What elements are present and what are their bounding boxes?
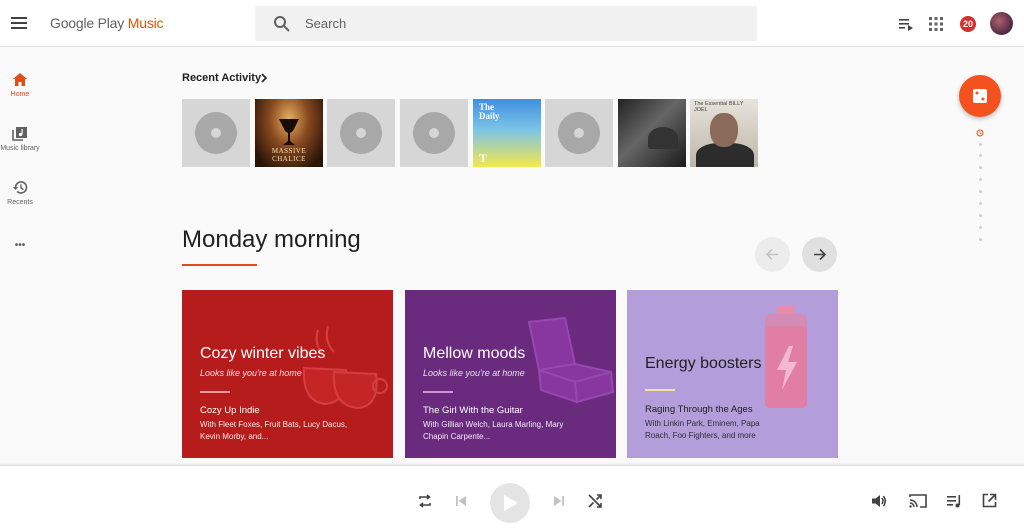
search-input[interactable] — [305, 6, 745, 41]
rail-dot[interactable] — [979, 178, 982, 181]
rail-dot[interactable] — [979, 166, 982, 169]
arrow-right-icon — [814, 248, 827, 261]
recent-thumbnail[interactable]: MASSIVE CHALICE — [255, 99, 323, 167]
nav-item-label: Home — [10, 91, 30, 98]
open-mini-player-icon[interactable] — [982, 493, 997, 508]
more-dots-icon: ••• — [14, 240, 26, 251]
rail-dot[interactable] — [979, 226, 982, 229]
history-icon — [13, 181, 28, 194]
nav-item-home[interactable]: Home — [0, 72, 40, 98]
rail-dot[interactable] — [979, 143, 982, 146]
menu-icon[interactable] — [10, 14, 28, 32]
recent-thumbnail[interactable] — [545, 99, 613, 167]
card-description: With Gillian Welch, Laura Marling, Mary … — [423, 420, 564, 441]
shuffle-icon[interactable] — [587, 493, 603, 509]
carousel-prev-button[interactable] — [755, 237, 790, 272]
album-placeholder-icon — [558, 112, 600, 154]
avatar[interactable] — [990, 12, 1013, 35]
skip-previous-icon[interactable] — [455, 495, 467, 507]
card-description: With Linkin Park, Eminem, Papa Roach, Fo… — [645, 419, 760, 440]
rail-dot[interactable] — [979, 154, 982, 157]
chevron-right-icon[interactable] — [260, 73, 268, 83]
nav-more-button[interactable]: ••• — [0, 240, 40, 251]
logo-accent-text: Music — [127, 15, 164, 31]
app-header: Google Play Music 20 — [0, 0, 1024, 47]
rail-dot[interactable] — [979, 238, 982, 241]
library-icon — [12, 127, 27, 141]
card-title: Mellow moods — [423, 345, 526, 362]
logo-text: Google Play — [50, 15, 128, 31]
chalice-art-icon — [279, 119, 299, 145]
card-subtitle: Looks like you're at home — [200, 368, 302, 378]
queue-music-icon[interactable] — [946, 493, 962, 509]
battery-art-icon — [765, 306, 807, 408]
card-divider — [200, 391, 230, 393]
album-placeholder-icon — [340, 112, 382, 154]
card-playlist-name: Raging Through the Ages — [645, 404, 753, 415]
app-logo[interactable]: Google Play Music — [50, 15, 164, 31]
podcast-title: The Daily — [479, 102, 500, 121]
dice-icon — [973, 89, 987, 103]
chair-art-icon — [527, 316, 615, 404]
recent-thumbnail[interactable]: The Essential BILLY JOEL — [690, 99, 758, 167]
rail-dot[interactable] — [979, 190, 982, 193]
album-title: MASSIVE CHALICE — [271, 147, 307, 163]
recent-activity-title[interactable]: Recent Activity — [182, 72, 261, 84]
card-playlist-name: The Girl With the Guitar — [423, 405, 523, 416]
card-title: Energy boosters — [645, 355, 762, 372]
recent-thumbnail[interactable] — [182, 99, 250, 167]
recent-thumbnail[interactable] — [327, 99, 395, 167]
history-icon[interactable] — [976, 129, 984, 137]
album-art — [648, 127, 678, 149]
nyt-logo-icon: T — [479, 151, 488, 165]
search-icon — [274, 16, 290, 32]
volume-icon[interactable] — [871, 493, 887, 509]
rail-dot[interactable] — [979, 214, 982, 217]
im-feeling-lucky-button[interactable] — [959, 75, 1001, 117]
arrow-left-icon — [765, 248, 778, 261]
card-divider — [423, 391, 453, 393]
mugs-art-icon — [302, 325, 388, 410]
play-button[interactable] — [490, 483, 530, 523]
skip-next-icon[interactable] — [553, 495, 565, 507]
queue-icon[interactable] — [898, 16, 914, 32]
nav-item-label: Recents — [7, 199, 33, 206]
playlist-card[interactable]: Mellow moods Looks like you're at home T… — [405, 290, 616, 458]
recent-thumbnail[interactable] — [400, 99, 468, 167]
playlist-card[interactable]: Cozy winter vibes Looks like you're at h… — [182, 290, 393, 458]
card-playlist-name: Cozy Up Indie — [200, 405, 260, 416]
notification-badge[interactable]: 20 — [960, 16, 976, 32]
nav-item-recents[interactable]: Recents — [0, 180, 40, 206]
card-subtitle: Looks like you're at home — [423, 368, 525, 378]
card-description: With Fleet Foxes, Fruit Bats, Lucy Dacus… — [200, 420, 348, 441]
apps-grid-icon[interactable] — [928, 16, 944, 32]
card-divider — [645, 389, 675, 391]
nav-item-music-library[interactable]: Music library — [0, 126, 40, 152]
carousel-next-button[interactable] — [802, 237, 837, 272]
album-placeholder-icon — [195, 112, 237, 154]
card-title: Cozy winter vibes — [200, 345, 326, 362]
player-bar — [0, 465, 1024, 528]
album-placeholder-icon — [413, 112, 455, 154]
nav-item-label: Music library — [0, 145, 40, 152]
play-icon — [504, 495, 518, 511]
album-title: The Essential BILLY JOEL — [694, 101, 744, 113]
album-art — [710, 113, 738, 147]
repeat-icon[interactable] — [417, 493, 433, 509]
recent-thumbnail[interactable]: The Daily T — [473, 99, 541, 167]
recent-thumbnail[interactable] — [618, 99, 686, 167]
section-title: Monday morning — [182, 226, 361, 253]
playlist-card[interactable]: Energy boosters Raging Through the Ages … — [627, 290, 838, 458]
home-icon — [13, 73, 27, 86]
rail-dot[interactable] — [979, 202, 982, 205]
section-underline — [182, 264, 257, 266]
cast-icon[interactable] — [909, 493, 927, 509]
search-box[interactable] — [255, 6, 757, 41]
